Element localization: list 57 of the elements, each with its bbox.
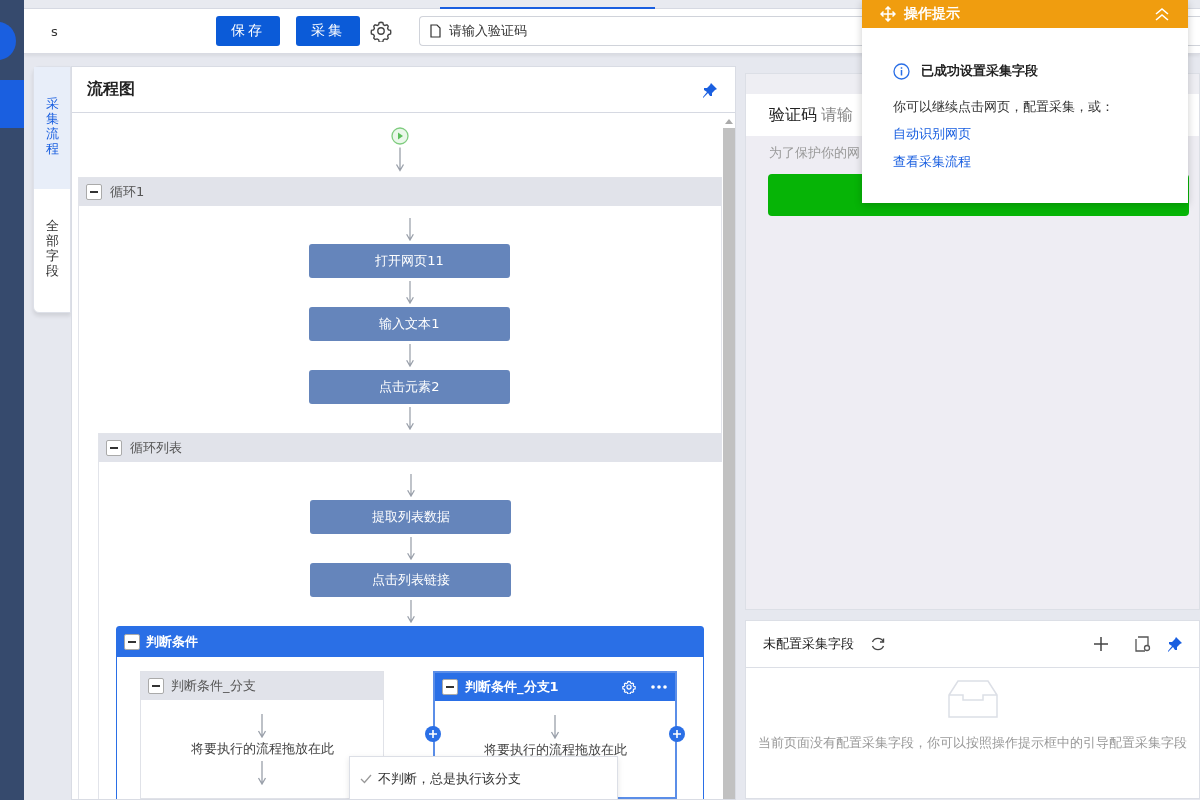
- flow-arrow: [257, 761, 267, 785]
- loop-title: 循环1: [110, 183, 145, 201]
- refresh-icon[interactable]: [870, 636, 886, 652]
- document-icon: [430, 24, 441, 38]
- popup-text: 你可以继续点击网页，配置采集，或：: [893, 98, 1114, 116]
- empty-inbox-icon: [947, 680, 998, 718]
- add-icon[interactable]: [425, 726, 441, 742]
- flow-arrow: [404, 344, 415, 367]
- flow-arrow: [404, 407, 415, 430]
- save-button[interactable]: 保存: [216, 16, 280, 46]
- collapse-icon[interactable]: [124, 634, 140, 650]
- flow-step[interactable]: 点击元素2: [309, 370, 510, 404]
- notice-text: 为了保护你的网: [769, 144, 860, 162]
- collect-button[interactable]: 采集: [296, 16, 360, 46]
- flow-step[interactable]: 输入文本1: [309, 307, 510, 341]
- popup-link[interactable]: 查看采集流程: [893, 153, 971, 171]
- pin-icon[interactable]: [1167, 636, 1183, 652]
- flow-step[interactable]: 打开网页11: [309, 244, 510, 278]
- flow-arrow: [404, 218, 415, 241]
- task-name: s: [51, 23, 59, 39]
- collapse-icon[interactable]: [86, 184, 102, 200]
- collapse-icon[interactable]: [148, 678, 164, 694]
- flow-arrow: [395, 146, 405, 173]
- panel-title: 流程图: [87, 79, 135, 100]
- flow-step[interactable]: 点击列表链接: [310, 563, 511, 597]
- more-icon[interactable]: [651, 685, 667, 689]
- captcha-label: 验证码: [769, 104, 817, 126]
- collapse-icon[interactable]: [106, 440, 122, 456]
- start-icon[interactable]: [391, 127, 409, 145]
- flow-arrow: [550, 715, 560, 739]
- add-icon[interactable]: [1093, 636, 1109, 652]
- settings-icon[interactable]: [370, 20, 392, 42]
- condition-title: 判断条件: [146, 633, 198, 651]
- popup-heading: 已成功设置采集字段: [921, 62, 1038, 80]
- pin-icon[interactable]: [702, 81, 718, 98]
- flow-arrow: [404, 281, 415, 304]
- branch-title: 判断条件_分支1: [465, 678, 560, 696]
- collapse-icon[interactable]: [442, 679, 458, 695]
- side-tab[interactable]: 全部字段: [34, 189, 70, 309]
- flow-arrow: [257, 714, 267, 738]
- branch-title: 判断条件_分支: [171, 677, 257, 695]
- drop-hint: 将要执行的流程拖放在此: [483, 742, 627, 759]
- panel-title: 未配置采集字段: [763, 635, 854, 653]
- popup-link[interactable]: 自动识别网页: [893, 125, 971, 143]
- flow-arrow: [405, 537, 416, 560]
- empty-message: 当前页面没有配置采集字段，你可以按照操作提示框中的引导配置采集字段: [758, 734, 1187, 752]
- add-icon[interactable]: [669, 726, 685, 742]
- menu-option[interactable]: 不判断，总是执行该分支: [350, 757, 617, 799]
- side-tab[interactable]: 采集流程: [34, 67, 70, 189]
- flow-arrow: [405, 474, 416, 497]
- loop-title: 循环列表: [130, 439, 182, 457]
- drop-hint: 将要执行的流程拖放在此: [190, 741, 334, 758]
- field-settings-icon[interactable]: [1135, 636, 1151, 652]
- info-icon: [893, 62, 910, 80]
- flow-arrow: [405, 600, 416, 623]
- flow-step[interactable]: 提取列表数据: [310, 500, 511, 534]
- captcha-input[interactable]: 请输: [821, 104, 853, 126]
